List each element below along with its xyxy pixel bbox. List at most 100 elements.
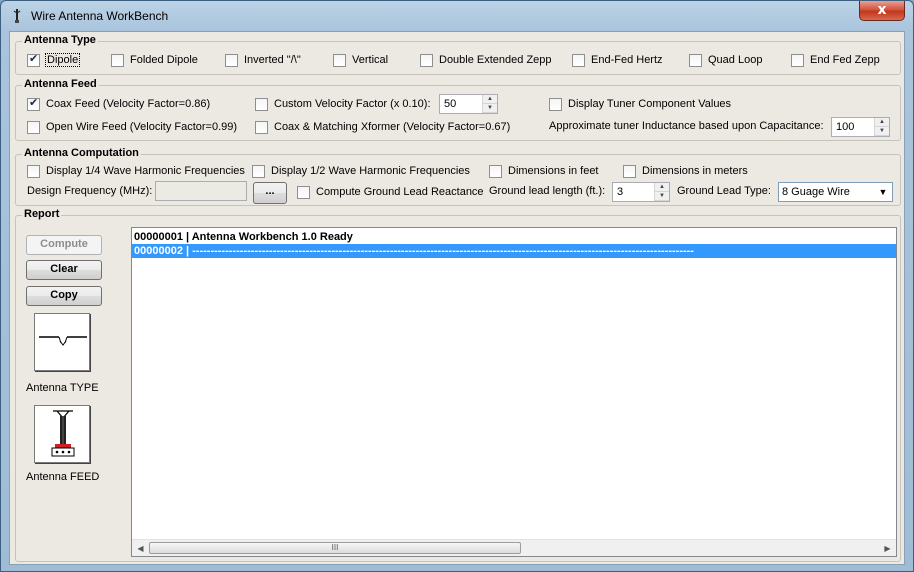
checkbox-box[interactable] bbox=[489, 164, 502, 178]
checkbox-box[interactable] bbox=[111, 53, 124, 67]
spin-down-icon[interactable]: ▼ bbox=[483, 104, 497, 113]
checkbox-box[interactable] bbox=[689, 53, 702, 67]
coax-feed-checkbox[interactable]: Coax Feed (Velocity Factor=0.86) bbox=[27, 96, 210, 112]
ground-reactance-label: Compute Ground Lead Reactance bbox=[316, 186, 484, 198]
checkbox-box[interactable] bbox=[255, 120, 268, 134]
ground-type-select[interactable]: 8 Guage Wire ▼ bbox=[778, 182, 893, 202]
ground-type-label: Ground Lead Type: bbox=[677, 185, 771, 197]
type-quad-loop-checkbox[interactable]: Quad Loop bbox=[689, 52, 762, 68]
type-double-extended-zepp-checkbox[interactable]: Double Extended Zepp bbox=[420, 52, 552, 68]
tuner-inductance-spinner[interactable]: 100 ▲ ▼ bbox=[831, 117, 890, 137]
compute-button[interactable]: Compute bbox=[26, 235, 102, 255]
quarter-wave-label: Display 1/4 Wave Harmonic Frequencies bbox=[46, 165, 245, 177]
checkbox-box[interactable] bbox=[791, 53, 804, 67]
checkbox-box[interactable] bbox=[297, 185, 310, 199]
custom-velocity-value[interactable]: 50 bbox=[444, 98, 456, 110]
app-window: Wire Antenna WorkBench x Antenna Type Di… bbox=[0, 0, 914, 572]
type-vertical-label: Vertical bbox=[352, 54, 389, 66]
ground-length-spinner[interactable]: 3 ▲ ▼ bbox=[612, 182, 670, 202]
antenna-type-group: Antenna Type Dipole Folded Dipole Invert… bbox=[15, 34, 901, 75]
clear-button[interactable]: Clear bbox=[26, 260, 102, 280]
checkbox-box[interactable] bbox=[333, 53, 346, 67]
scroll-thumb[interactable]: III bbox=[149, 542, 521, 554]
type-double-extended-zepp-label: Double Extended Zepp bbox=[439, 54, 552, 66]
dimensions-meters-checkbox[interactable]: Dimensions in meters bbox=[623, 163, 748, 179]
ground-length-value[interactable]: 3 bbox=[617, 186, 623, 198]
type-vertical-checkbox[interactable]: Vertical bbox=[333, 52, 388, 68]
spin-up-icon[interactable]: ▲ bbox=[483, 95, 497, 104]
tuner-inductance-value[interactable]: 100 bbox=[836, 121, 854, 133]
checkbox-box[interactable] bbox=[27, 120, 40, 134]
display-tuner-checkbox[interactable]: Display Tuner Component Values bbox=[549, 96, 731, 112]
type-inverted-v-checkbox[interactable]: Inverted "/\" bbox=[225, 52, 301, 68]
scroll-right-icon[interactable]: ▶ bbox=[879, 540, 896, 557]
quarter-wave-checkbox[interactable]: Display 1/4 Wave Harmonic Frequencies bbox=[27, 163, 245, 179]
ground-type-value: 8 Guage Wire bbox=[782, 186, 850, 198]
type-quad-loop-label: Quad Loop bbox=[708, 54, 763, 66]
coax-feed-diagram-icon bbox=[51, 410, 75, 457]
title-bar[interactable]: Wire Antenna WorkBench x bbox=[1, 1, 913, 31]
type-end-fed-hertz-label: End-Fed Hertz bbox=[591, 54, 663, 66]
checkbox-box[interactable] bbox=[27, 164, 40, 178]
checkbox-box[interactable] bbox=[420, 53, 433, 67]
coax-matching-label: Coax & Matching Xformer (Velocity Factor… bbox=[274, 121, 511, 133]
antenna-feed-title: Antenna Feed bbox=[22, 78, 99, 90]
checkbox-box[interactable] bbox=[27, 96, 40, 111]
antenna-feed-group: Antenna Feed Coax Feed (Velocity Factor=… bbox=[15, 78, 901, 141]
custom-velocity-checkbox[interactable]: Custom Velocity Factor (x 0.10): bbox=[255, 96, 431, 112]
ground-reactance-checkbox[interactable]: Compute Ground Lead Reactance bbox=[297, 184, 484, 200]
type-dipole-checkbox[interactable]: Dipole bbox=[27, 52, 81, 68]
antenna-type-title: Antenna Type bbox=[22, 34, 98, 46]
checkbox-box[interactable] bbox=[27, 52, 40, 67]
type-folded-dipole-checkbox[interactable]: Folded Dipole bbox=[111, 52, 198, 68]
checkbox-box[interactable] bbox=[255, 97, 268, 111]
type-end-fed-zepp-label: End Fed Zepp bbox=[810, 54, 880, 66]
browse-frequency-button[interactable]: ... bbox=[253, 182, 287, 204]
log-row-selected[interactable]: 00000002 | -----------------------------… bbox=[132, 244, 896, 258]
antenna-feed-caption: Antenna FEED bbox=[26, 471, 100, 483]
coax-matching-checkbox[interactable]: Coax & Matching Xformer (Velocity Factor… bbox=[255, 119, 510, 135]
log-row[interactable]: 00000001 | Antenna Workbench 1.0 Ready bbox=[132, 230, 896, 244]
horizontal-scrollbar[interactable]: ◀ III ▶ bbox=[132, 539, 896, 556]
spin-down-icon[interactable]: ▼ bbox=[875, 127, 889, 136]
checkbox-box[interactable] bbox=[572, 53, 585, 67]
chevron-down-icon[interactable]: ▼ bbox=[875, 184, 891, 200]
open-wire-feed-label: Open Wire Feed (Velocity Factor=0.99) bbox=[46, 121, 238, 133]
client-area: Antenna Type Dipole Folded Dipole Invert… bbox=[9, 31, 905, 565]
spin-up-icon[interactable]: ▲ bbox=[655, 183, 669, 192]
dimensions-feet-checkbox[interactable]: Dimensions in feet bbox=[489, 163, 599, 179]
custom-velocity-spinner[interactable]: 50 ▲ ▼ bbox=[439, 94, 498, 114]
scroll-left-icon[interactable]: ◀ bbox=[132, 540, 149, 557]
checkbox-box[interactable] bbox=[225, 53, 238, 67]
report-title: Report bbox=[22, 208, 62, 220]
spin-up-icon[interactable]: ▲ bbox=[875, 118, 889, 127]
dimensions-feet-label: Dimensions in feet bbox=[508, 165, 599, 177]
custom-velocity-label: Custom Velocity Factor (x 0.10): bbox=[274, 98, 431, 110]
dipole-diagram-icon bbox=[39, 336, 87, 346]
type-end-fed-hertz-checkbox[interactable]: End-Fed Hertz bbox=[572, 52, 663, 68]
ground-length-label: Ground lead length (ft.): bbox=[489, 185, 606, 197]
dimensions-meters-label: Dimensions in meters bbox=[642, 165, 748, 177]
type-inverted-v-label: Inverted "/\" bbox=[244, 54, 301, 66]
close-button[interactable]: x bbox=[859, 1, 905, 21]
antenna-app-icon bbox=[13, 9, 21, 23]
design-frequency-input[interactable] bbox=[155, 181, 247, 201]
type-dipole-label: Dipole bbox=[44, 53, 81, 67]
antenna-type-caption: Antenna TYPE bbox=[26, 382, 99, 394]
spin-down-icon[interactable]: ▼ bbox=[655, 192, 669, 201]
window-title: Wire Antenna WorkBench bbox=[31, 9, 169, 23]
coax-feed-label: Coax Feed (Velocity Factor=0.86) bbox=[46, 98, 211, 110]
antenna-type-tile[interactable] bbox=[34, 313, 90, 371]
copy-button[interactable]: Copy bbox=[26, 286, 102, 306]
antenna-computation-title: Antenna Computation bbox=[22, 147, 141, 159]
checkbox-box[interactable] bbox=[623, 164, 636, 178]
type-end-fed-zepp-checkbox[interactable]: End Fed Zepp bbox=[791, 52, 880, 68]
report-log-list[interactable]: 00000001 | Antenna Workbench 1.0 Ready 0… bbox=[131, 227, 897, 557]
half-wave-checkbox[interactable]: Display 1/2 Wave Harmonic Frequencies bbox=[252, 163, 470, 179]
open-wire-feed-checkbox[interactable]: Open Wire Feed (Velocity Factor=0.99) bbox=[27, 119, 237, 135]
checkbox-box[interactable] bbox=[252, 164, 265, 178]
display-tuner-label: Display Tuner Component Values bbox=[568, 98, 732, 110]
antenna-feed-tile[interactable] bbox=[34, 405, 90, 463]
tuner-inductance-label: Approximate tuner Inductance based upon … bbox=[549, 120, 824, 132]
checkbox-box[interactable] bbox=[549, 97, 562, 111]
